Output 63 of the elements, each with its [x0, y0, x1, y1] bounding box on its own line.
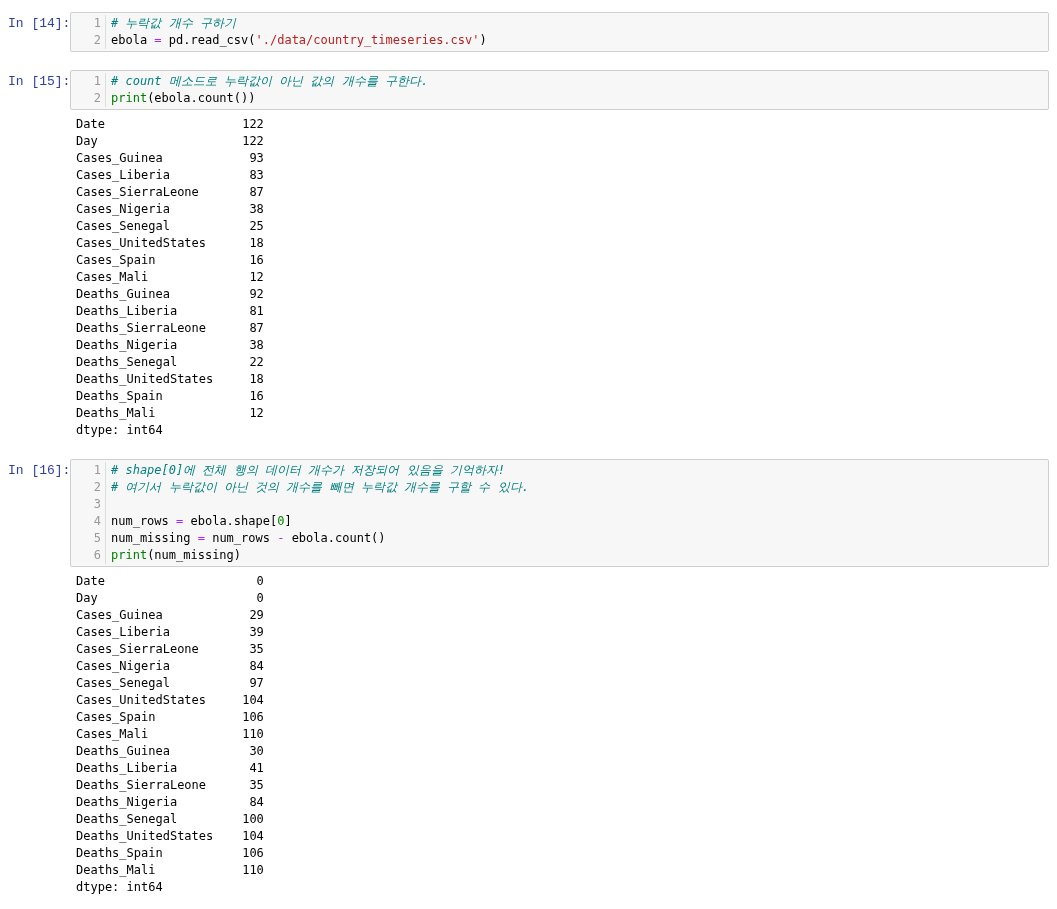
output-line: Cases_Nigeria 38 — [76, 201, 264, 218]
output-line: Deaths_Nigeria 38 — [76, 337, 264, 354]
line-number: 1 — [93, 15, 101, 32]
output-line: Cases_SierraLeone 35 — [76, 641, 264, 658]
output-line: Date 122 — [76, 116, 264, 133]
code-line: # count 메소드로 누락값이 아닌 값의 개수를 구한다. — [111, 73, 429, 90]
output-line: Date 0 — [76, 573, 264, 590]
output-line: Deaths_Liberia 81 — [76, 303, 264, 320]
output-line: Cases_Liberia 39 — [76, 624, 264, 641]
output-line: Cases_UnitedStates 104 — [76, 692, 264, 709]
line-number: 4 — [93, 513, 101, 530]
code-line: # 여기서 누락값이 아닌 것의 개수를 빼면 누락값 개수를 구할 수 있다. — [111, 479, 529, 496]
code-line: num_rows = ebola.shape[0] — [111, 513, 293, 530]
code-line: print(num_missing) — [111, 547, 243, 564]
output-line: Cases_Spain 106 — [76, 709, 264, 726]
output-line: Cases_Liberia 83 — [76, 167, 264, 184]
output-line: Deaths_Mali 110 — [76, 862, 264, 879]
line-number: 3 — [93, 496, 101, 513]
output-line: Deaths_Spain 106 — [76, 845, 264, 862]
code-line: num_missing = num_rows - ebola.count() — [111, 530, 387, 547]
output-line: Cases_UnitedStates 18 — [76, 235, 264, 252]
output-line: Cases_Spain 16 — [76, 252, 264, 269]
cell-prompt: In [14]: — [8, 15, 70, 33]
output-line: Deaths_Spain 16 — [76, 388, 264, 405]
output-line: Deaths_Nigeria 84 — [76, 794, 264, 811]
line-number: 1 — [93, 462, 101, 479]
line-number: 1 — [93, 73, 101, 90]
output-line: dtype: int64 — [76, 879, 163, 896]
code-line: print(ebola.count()) — [111, 90, 257, 107]
line-number: 2 — [93, 32, 101, 49]
output-line: Deaths_Guinea 92 — [76, 286, 264, 303]
output-line: Deaths_Senegal 22 — [76, 354, 264, 371]
output-line: Deaths_SierraLeone 87 — [76, 320, 264, 337]
cell-prompt: In [15]: — [8, 73, 70, 91]
output-line: Cases_Senegal 25 — [76, 218, 264, 235]
line-number: 6 — [93, 547, 101, 564]
code-line: # shape[0]에 전체 행의 데이터 개수가 저장되어 있음을 기억하자! — [111, 462, 507, 479]
output-line: Deaths_UnitedStates 104 — [76, 828, 264, 845]
output-line: Cases_Guinea 29 — [76, 607, 264, 624]
output-line: Cases_Senegal 97 — [76, 675, 264, 692]
output-line: Day 0 — [76, 590, 264, 607]
code-cell[interactable]: 1 2 # count 메소드로 누락값이 아닌 값의 개수를 구한다. print(ebola.count()) — [70, 70, 1049, 110]
output-line: Cases_Mali 110 — [76, 726, 264, 743]
output-line: Cases_Nigeria 84 — [76, 658, 264, 675]
line-number: 2 — [93, 90, 101, 107]
code-line: ebola = pd.read_csv('./data/country_timeseries.csv') — [111, 32, 487, 49]
output-line: Deaths_UnitedStates 18 — [76, 371, 264, 388]
line-number: 5 — [93, 530, 101, 547]
output-line: Deaths_Liberia 41 — [76, 760, 264, 777]
output-line: Deaths_Mali 12 — [76, 405, 264, 422]
output-line: Deaths_SierraLeone 35 — [76, 777, 264, 794]
code-cell[interactable]: 1 2 3 4 5 6 # shape[0]에 전체 행의 데이터 개수가 저장되어 있음을 기억하자! # 여기서 누락값이 아닌 것의 개수를 빼면 누락값 개수를 구할 수 있다. num_rows = ebola.shape[0] num_missing = num_rows - ebola.count() print(num_missing) — [70, 459, 1049, 567]
line-number: 2 — [93, 479, 101, 496]
cell-prompt: In [16]: — [8, 462, 70, 480]
output-line: Day 122 — [76, 133, 264, 150]
output-line: Cases_Mali 12 — [76, 269, 264, 286]
output-line: dtype: int64 — [76, 422, 163, 439]
output-line: Cases_SierraLeone 87 — [76, 184, 264, 201]
output-line: Deaths_Senegal 100 — [76, 811, 264, 828]
output-line: Cases_Guinea 93 — [76, 150, 264, 167]
code-line: # 누락값 개수 구하기 — [111, 15, 238, 32]
code-cell[interactable]: 1 2 # 누락값 개수 구하기 ebola = pd.read_csv('./data/country_timeseries.csv') — [70, 12, 1049, 52]
output-line: Deaths_Guinea 30 — [76, 743, 264, 760]
